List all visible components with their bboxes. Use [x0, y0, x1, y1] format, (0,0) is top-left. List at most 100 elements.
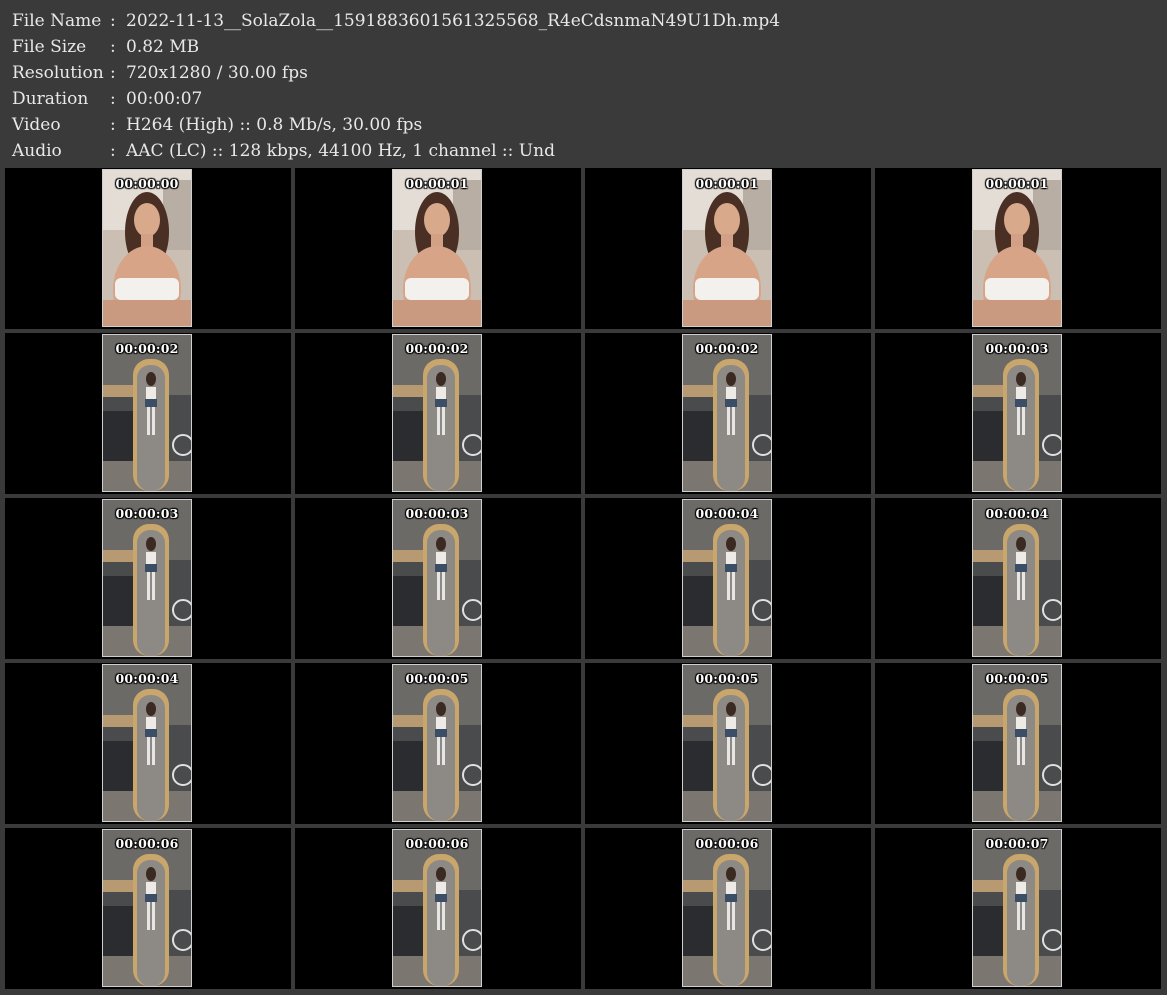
- video-frame-image: [103, 500, 191, 656]
- thumbnail-timecode: 00:00:00: [115, 176, 179, 191]
- info-separator: :: [110, 11, 116, 31]
- video-frame-image: [973, 665, 1061, 821]
- thumbnail-timecode: 00:00:02: [115, 341, 179, 356]
- video-frame-image: [103, 170, 191, 326]
- thumbnail-cell: 00:00:06: [295, 828, 581, 989]
- info-separator: :: [110, 37, 116, 57]
- video-frame-image: [683, 665, 771, 821]
- thumbnail-timecode: 00:00:07: [985, 836, 1049, 851]
- thumbnail-cell: 00:00:07: [875, 828, 1161, 989]
- thumbnail-cell: 00:00:01: [875, 168, 1161, 329]
- info-separator: :: [110, 141, 116, 161]
- thumbnail-frame: 00:00:06: [392, 829, 482, 987]
- thumbnail-frame: 00:00:04: [972, 499, 1062, 657]
- thumbnail-timecode: 00:00:04: [985, 506, 1049, 521]
- info-separator: :: [110, 89, 116, 109]
- thumbnail-frame: 00:00:07: [972, 829, 1062, 987]
- info-value: 720x1280 / 30.00 fps: [126, 63, 308, 83]
- video-frame-image: [973, 830, 1061, 986]
- video-frame-image: [393, 170, 481, 326]
- thumbnail-timecode: 00:00:05: [405, 671, 469, 686]
- thumbnail-frame: 00:00:06: [102, 829, 192, 987]
- thumbnail-frame: 00:00:06: [682, 829, 772, 987]
- thumbnail-timecode: 00:00:04: [115, 671, 179, 686]
- thumbnail-frame: 00:00:01: [682, 169, 772, 327]
- thumbnail-timecode: 00:00:01: [405, 176, 469, 191]
- video-frame-image: [393, 500, 481, 656]
- video-frame-image: [973, 500, 1061, 656]
- thumbnail-frame: 00:00:02: [102, 334, 192, 492]
- thumbnail-cell: 00:00:04: [875, 498, 1161, 659]
- info-label: Audio: [12, 141, 62, 161]
- thumbnail-cell: 00:00:00: [5, 168, 291, 329]
- info-value: AAC (LC) :: 128 kbps, 44100 Hz, 1 channe…: [126, 141, 555, 161]
- thumbnail-timecode: 00:00:03: [115, 506, 179, 521]
- thumbnail-frame: 00:00:00: [102, 169, 192, 327]
- info-label: Video: [12, 115, 61, 135]
- thumbnail-frame: 00:00:01: [392, 169, 482, 327]
- thumbnail-cell: 00:00:03: [295, 498, 581, 659]
- video-frame-image: [683, 500, 771, 656]
- video-frame-image: [103, 665, 191, 821]
- video-frame-image: [393, 335, 481, 491]
- info-value: 00:00:07: [126, 89, 203, 109]
- thumbnail-cell: 00:00:05: [295, 663, 581, 824]
- thumbnail-timecode: 00:00:03: [985, 341, 1049, 356]
- thumbnail-cell: 00:00:01: [295, 168, 581, 329]
- thumbnail-cell: 00:00:06: [585, 828, 871, 989]
- thumbnail-frame: 00:00:03: [392, 499, 482, 657]
- thumbnail-cell: 00:00:03: [875, 333, 1161, 494]
- video-frame-image: [393, 665, 481, 821]
- thumbnail-cell: 00:00:03: [5, 498, 291, 659]
- info-separator: :: [110, 115, 116, 135]
- thumbnail-cell: 00:00:02: [295, 333, 581, 494]
- thumbnail-frame: 00:00:03: [102, 499, 192, 657]
- thumbnail-cell: 00:00:05: [875, 663, 1161, 824]
- thumbnail-timecode: 00:00:06: [115, 836, 179, 851]
- thumbnail-frame: 00:00:02: [392, 334, 482, 492]
- thumbnail-cell: 00:00:02: [585, 333, 871, 494]
- video-frame-image: [103, 335, 191, 491]
- info-row-duration: Duration : 00:00:07: [12, 86, 1152, 112]
- thumbnail-frame: 00:00:02: [682, 334, 772, 492]
- video-frame-image: [683, 170, 771, 326]
- thumbnail-cell: 00:00:01: [585, 168, 871, 329]
- info-label: File Size: [12, 37, 87, 57]
- info-row-video: Video : H264 (High) :: 0.8 Mb/s, 30.00 f…: [12, 112, 1152, 138]
- thumbnail-cell: 00:00:06: [5, 828, 291, 989]
- info-row-resolution: Resolution : 720x1280 / 30.00 fps: [12, 60, 1152, 86]
- thumbnail-frame: 00:00:01: [972, 169, 1062, 327]
- info-row-file-size: File Size : 0.82 MB: [12, 34, 1152, 60]
- video-frame-image: [103, 830, 191, 986]
- thumbnail-timecode: 00:00:04: [695, 506, 759, 521]
- video-frame-image: [393, 830, 481, 986]
- info-row-file-name: File Name : 2022-11-13__SolaZola__159188…: [12, 8, 1152, 34]
- info-value: 2022-11-13__SolaZola__159188360156132556…: [126, 11, 781, 31]
- video-frame-image: [683, 830, 771, 986]
- video-frame-image: [683, 335, 771, 491]
- thumbnail-frame: 00:00:03: [972, 334, 1062, 492]
- thumbnail-timecode: 00:00:01: [985, 176, 1049, 191]
- thumbnail-cell: 00:00:02: [5, 333, 291, 494]
- info-label: Duration: [12, 89, 89, 109]
- thumbnail-frame: 00:00:04: [682, 499, 772, 657]
- thumbnail-timecode: 00:00:02: [405, 341, 469, 356]
- thumbnail-cell: 00:00:05: [585, 663, 871, 824]
- info-separator: :: [110, 63, 116, 83]
- thumbnail-timecode: 00:00:06: [695, 836, 759, 851]
- thumbnail-cell: 00:00:04: [5, 663, 291, 824]
- info-value: 0.82 MB: [126, 37, 200, 57]
- thumbnail-timecode: 00:00:05: [985, 671, 1049, 686]
- thumbnail-frame: 00:00:05: [392, 664, 482, 822]
- thumbnail-frame: 00:00:05: [972, 664, 1062, 822]
- thumbnail-frame: 00:00:04: [102, 664, 192, 822]
- video-frame-image: [973, 335, 1061, 491]
- thumbnail-frame: 00:00:05: [682, 664, 772, 822]
- thumbnail-timecode: 00:00:05: [695, 671, 759, 686]
- info-label: Resolution: [12, 63, 104, 83]
- video-frame-image: [973, 170, 1061, 326]
- thumbnail-grid: 00:00:00 00:00:01 00:00:01 00:00:01 00:0…: [5, 168, 1163, 991]
- info-label: File Name: [12, 11, 102, 31]
- thumbnail-timecode: 00:00:06: [405, 836, 469, 851]
- thumbnail-timecode: 00:00:03: [405, 506, 469, 521]
